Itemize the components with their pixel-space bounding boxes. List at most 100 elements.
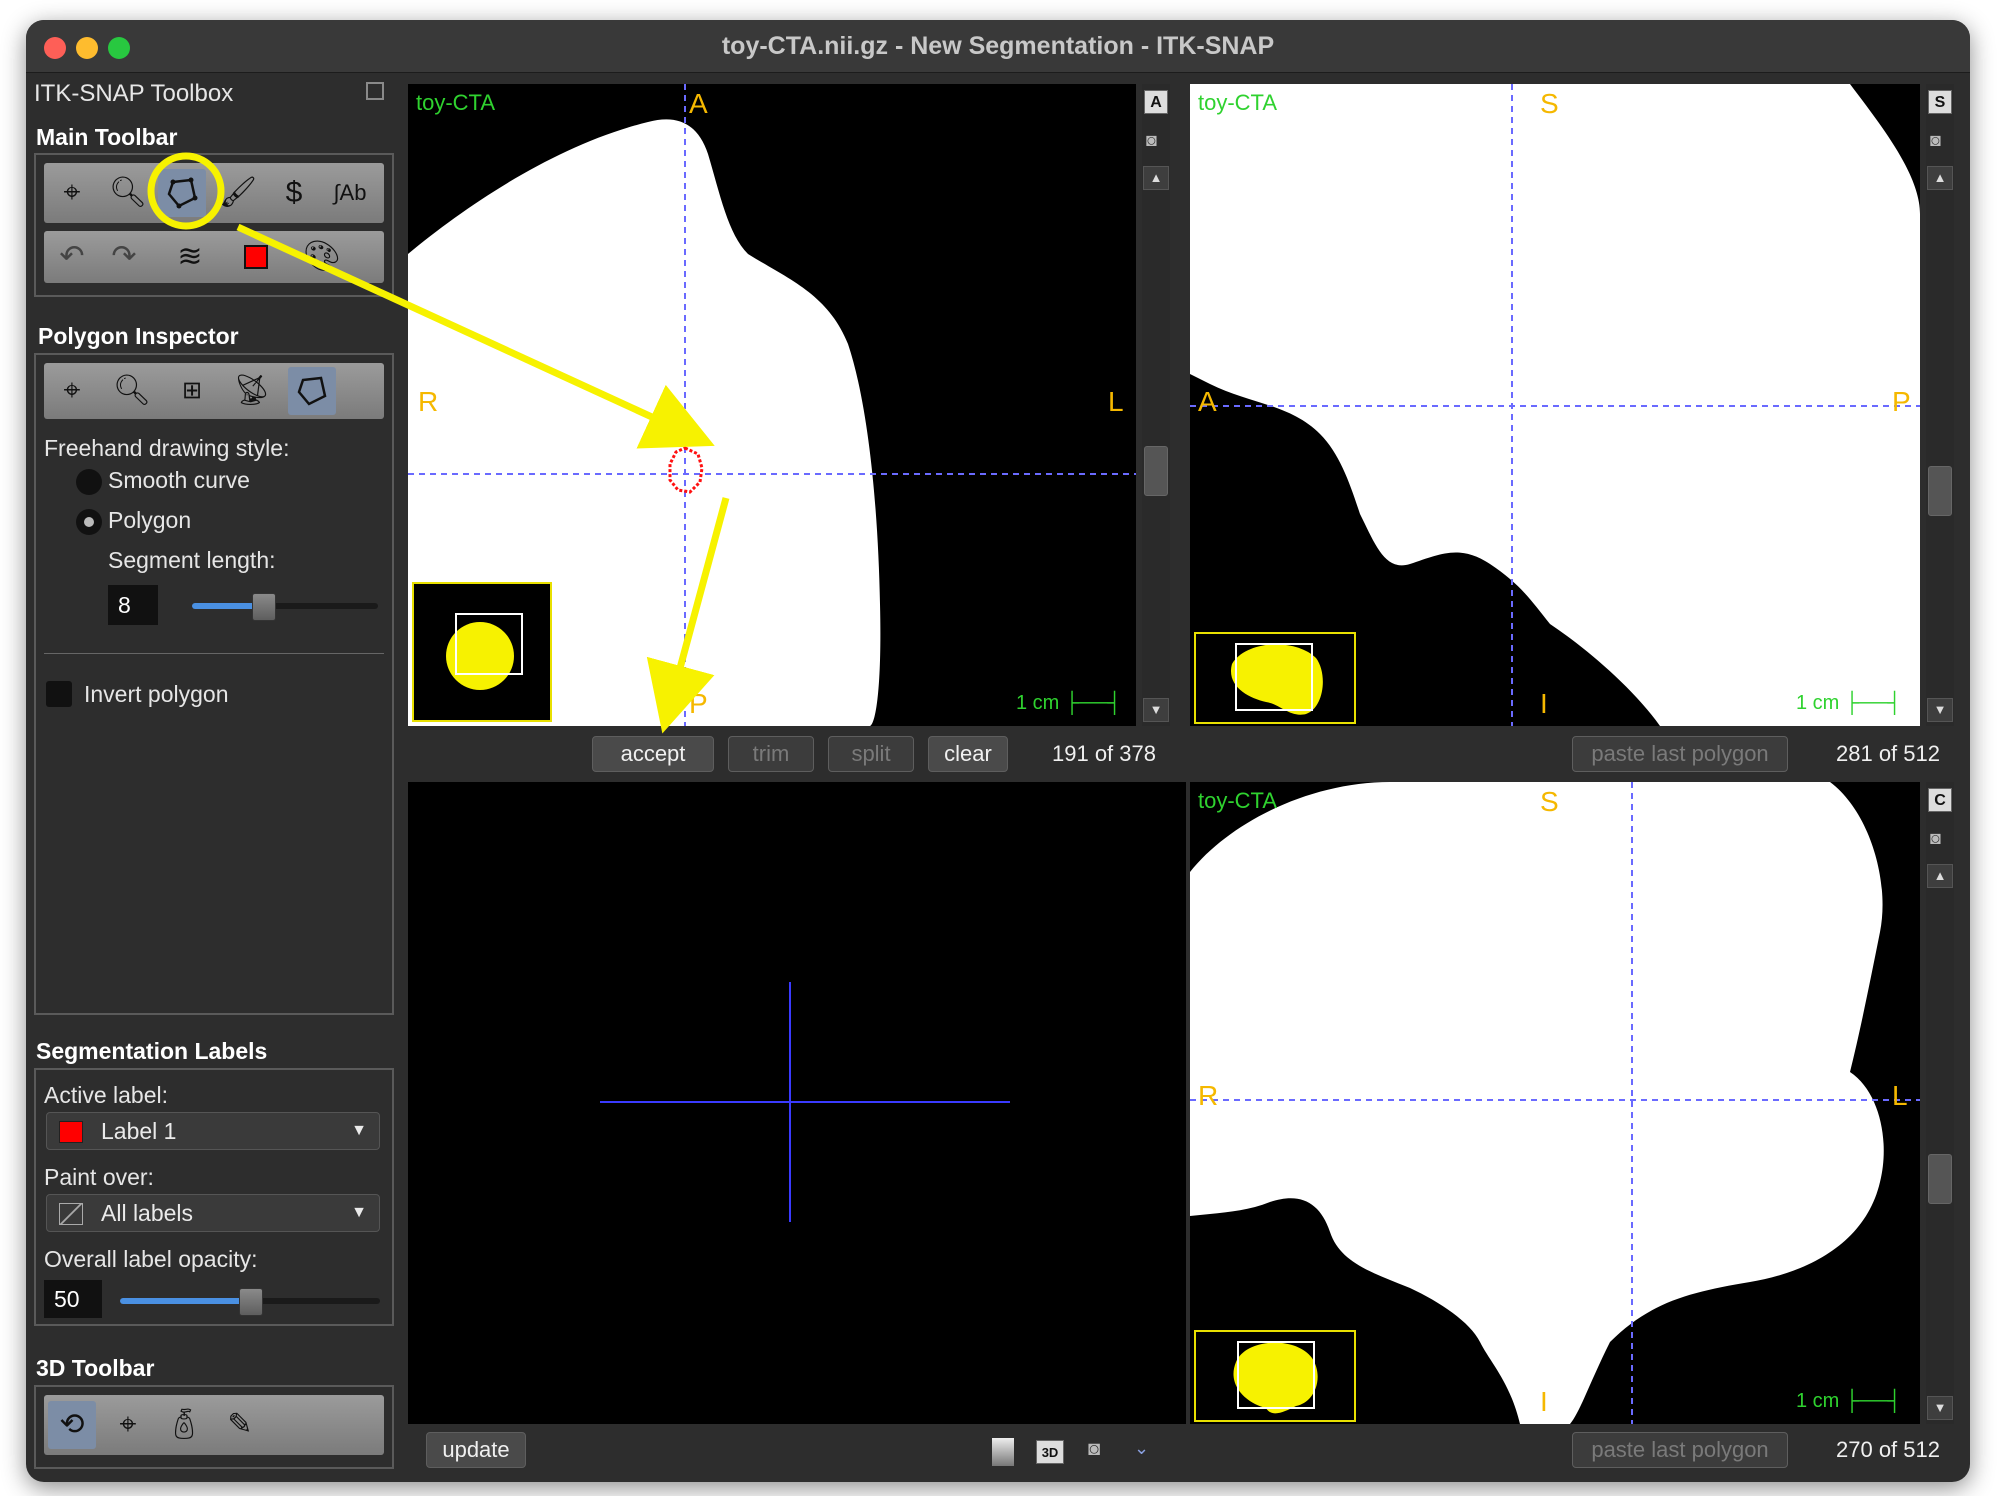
- crosshair-icon: ⌖: [63, 374, 81, 407]
- coronal-scroll-down[interactable]: ▼: [1927, 1396, 1953, 1420]
- active-label-combo[interactable]: Label 1 ▼: [46, 1112, 380, 1150]
- active-label-swatch: [59, 1121, 83, 1143]
- coronal-scale-text: 1 cm: [1796, 1390, 1840, 1412]
- zoom-tool-button[interactable]: 🔍︎: [104, 169, 152, 217]
- scalpel-icon: ✎: [227, 1408, 253, 1441]
- axial-scroll-thumb[interactable]: [1144, 446, 1168, 496]
- polygon-radio[interactable]: [76, 509, 102, 535]
- camera-icon[interactable]: ◙: [1930, 130, 1941, 151]
- label-color-button[interactable]: [232, 233, 280, 281]
- undo-button[interactable]: ↶: [48, 233, 96, 281]
- polygon-radio-label[interactable]: Polygon: [108, 507, 191, 534]
- palette-button[interactable]: 🎨︎: [298, 233, 346, 281]
- invert-polygon-checkbox[interactable]: [46, 681, 72, 707]
- axial-scroll-down[interactable]: ▼: [1143, 698, 1169, 722]
- sagittal-image-label: toy-CTA: [1198, 90, 1278, 115]
- inspector-broadcast-button[interactable]: 📡︎: [228, 367, 276, 415]
- axial-thumbnail-image: [446, 613, 523, 690]
- active-label-caption: Active label:: [44, 1082, 169, 1108]
- invert-polygon-label[interactable]: Invert polygon: [84, 681, 228, 708]
- window-title: toy-CTA.nii.gz - New Segmentation - ITK-…: [721, 32, 1275, 60]
- sagittal-slice-indicator: 281 of 512: [1836, 741, 1940, 766]
- all-labels-swatch-icon: [59, 1203, 83, 1225]
- spray-tool-button[interactable]: 🧴︎: [160, 1401, 208, 1449]
- coronal-image-label: toy-CTA: [1198, 788, 1278, 813]
- update-3d-button[interactable]: update: [426, 1432, 526, 1468]
- three-d-badge[interactable]: 3D: [1036, 1440, 1064, 1464]
- label-color-icon: [244, 245, 268, 269]
- zoom-levels-icon[interactable]: [992, 1438, 1014, 1466]
- sagittal-scroll-down[interactable]: ▼: [1927, 698, 1953, 722]
- axial-orientation-bottom: P: [689, 688, 708, 719]
- chevron-down-icon: ▼: [351, 1204, 367, 1221]
- crosshair-tool-button[interactable]: ⌖: [48, 169, 96, 217]
- accept-button[interactable]: accept: [592, 736, 714, 772]
- camera-icon[interactable]: ◙: [1146, 130, 1157, 151]
- coronal-image: [1190, 782, 1920, 1424]
- sagittal-layout-toggle[interactable]: S: [1928, 90, 1952, 114]
- toolbar-3d-panel: ⟲ ⌖ 🧴︎ ✎: [34, 1385, 394, 1469]
- crosshair-3d-button[interactable]: ⌖: [104, 1401, 152, 1449]
- coronal-paste-last-polygon-button[interactable]: paste last polygon: [1572, 1432, 1788, 1468]
- coronal-scroll-up[interactable]: ▲: [1927, 864, 1953, 888]
- inspector-crosshair-button[interactable]: ⌖: [48, 367, 96, 415]
- coronal-view[interactable]: toy-CTA S I R L 1 cm ├──┤: [1190, 782, 1920, 1424]
- sagittal-orientation-left: A: [1198, 386, 1217, 417]
- segment-length-input[interactable]: 8: [108, 585, 158, 625]
- sagittal-paste-last-polygon-button[interactable]: paste last polygon: [1572, 736, 1788, 772]
- opacity-input[interactable]: 50: [44, 1280, 102, 1318]
- opacity-slider-knob[interactable]: [239, 1288, 263, 1316]
- camera-icon[interactable]: ◙: [1088, 1438, 1100, 1461]
- rotate-3d-button[interactable]: ⟲: [48, 1401, 96, 1449]
- axial-scrollbar[interactable]: A ◙ ▲ ▼: [1142, 84, 1170, 726]
- layers-icon: ≋: [177, 240, 203, 273]
- axial-image-label: toy-CTA: [416, 90, 496, 115]
- inspector-layout-button[interactable]: ⊞: [168, 367, 216, 415]
- coronal-scrollbar[interactable]: C ◙ ▲ ▼: [1926, 782, 1954, 1424]
- smooth-curve-label[interactable]: Smooth curve: [108, 467, 250, 494]
- toolbox-title: ITK-SNAP Toolbox: [34, 80, 234, 107]
- sagittal-scroll-up[interactable]: ▲: [1927, 166, 1953, 190]
- polygon-icon: [297, 376, 327, 406]
- sagittal-thumbnail[interactable]: [1194, 632, 1356, 724]
- camera-icon[interactable]: ◙: [1930, 828, 1941, 849]
- paint-over-combo[interactable]: All labels ▼: [46, 1194, 380, 1232]
- split-button[interactable]: split: [828, 736, 914, 772]
- undock-icon[interactable]: [366, 82, 384, 100]
- layers-button[interactable]: ≋: [166, 233, 214, 281]
- coronal-slice-indicator: 270 of 512: [1836, 1437, 1940, 1462]
- snake-tool-button[interactable]: $: [270, 169, 318, 217]
- coronal-orientation-bottom: I: [1540, 1386, 1548, 1417]
- sagittal-view[interactable]: toy-CTA S I A P 1 cm ├──┤: [1190, 84, 1920, 726]
- chevron-down-icon[interactable]: ⌄: [1134, 1438, 1149, 1459]
- chevron-down-icon: ▼: [351, 1122, 367, 1139]
- sagittal-scroll-thumb[interactable]: [1928, 466, 1952, 516]
- axial-scroll-up[interactable]: ▲: [1143, 166, 1169, 190]
- main-toolbar-row2: ↶ ↷ ≋ 🎨︎: [44, 231, 384, 283]
- annotation-tool-button[interactable]: ∫Ab: [326, 169, 374, 217]
- clear-button[interactable]: clear: [928, 736, 1008, 772]
- polygon-radio-dot: [84, 517, 94, 527]
- smooth-curve-radio[interactable]: [76, 469, 102, 495]
- coronal-layout-toggle[interactable]: C: [1928, 788, 1952, 812]
- axial-view[interactable]: toy-CTA A P R L 1 cm ├──┤: [408, 84, 1136, 726]
- crosshair-icon: ⌖: [119, 1408, 137, 1441]
- coronal-scroll-thumb[interactable]: [1928, 1154, 1952, 1204]
- coronal-thumbnail[interactable]: [1194, 1330, 1356, 1422]
- axial-thumbnail[interactable]: [412, 582, 552, 722]
- trim-button[interactable]: trim: [728, 736, 814, 772]
- redo-icon: ↷: [111, 240, 137, 273]
- redo-button[interactable]: ↷: [100, 233, 148, 281]
- scalpel-tool-button[interactable]: ✎: [216, 1401, 264, 1449]
- inspector-zoom-button[interactable]: 🔍︎: [108, 367, 156, 415]
- sagittal-scrollbar[interactable]: S ◙ ▲ ▼: [1926, 84, 1954, 726]
- three-d-view[interactable]: [408, 782, 1186, 1424]
- opacity-caption: Overall label opacity:: [44, 1246, 258, 1272]
- polygon-tool-button[interactable]: [158, 169, 206, 217]
- segment-length-slider-knob[interactable]: [252, 593, 276, 621]
- inspector-polygon-button[interactable]: [288, 367, 336, 415]
- polygon-icon: [167, 177, 198, 209]
- paintbrush-tool-button[interactable]: 🖌︎: [214, 169, 262, 217]
- axial-layout-toggle[interactable]: A: [1144, 90, 1168, 114]
- axial-scale-bar: 1 cm ├──┤: [1016, 692, 1122, 714]
